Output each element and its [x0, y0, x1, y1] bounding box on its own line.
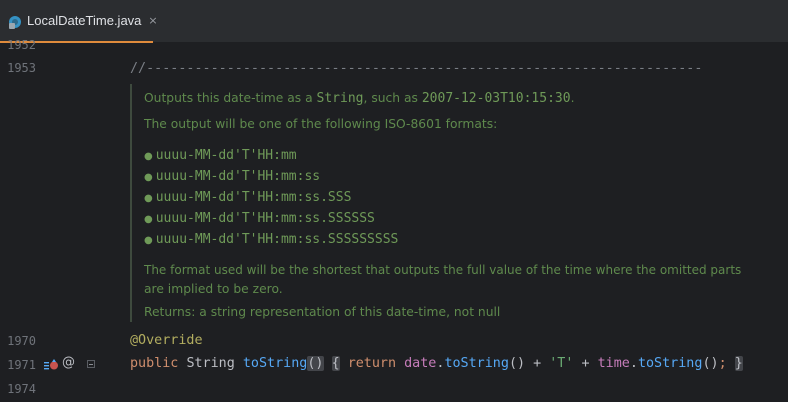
- method-parens: (): [307, 356, 324, 371]
- fold-toggle-icon[interactable]: [87, 360, 95, 368]
- bullet-icon: ●: [144, 193, 153, 204]
- bullet-icon: ●: [144, 172, 153, 183]
- java-class-icon: [8, 14, 22, 29]
- doc-text: .: [570, 91, 575, 105]
- doc-returns: Returns: a string representation of this…: [144, 305, 501, 319]
- bullet-icon: ●: [144, 151, 153, 162]
- doc-text: , such as: [363, 91, 422, 105]
- keyword-public: public: [130, 356, 179, 371]
- char-literal: 'T': [549, 356, 574, 371]
- line-number: 1974: [7, 382, 36, 396]
- comment-rule: //--------------------------------------…: [130, 61, 703, 76]
- semicolon: ;: [718, 356, 727, 371]
- tab-label: LocalDateTime.java: [27, 13, 142, 28]
- bullet-icon: ●: [144, 235, 153, 246]
- field-time: time: [597, 356, 630, 371]
- doc-format-item: ● uuuu-MM-dd'T'HH:mm:ss.SSS: [144, 190, 351, 205]
- doc-format-item: ● uuuu-MM-dd'T'HH:mm: [144, 148, 297, 163]
- doc-paragraph-2: The output will be one of the following …: [144, 117, 498, 131]
- call-parens: (): [508, 356, 526, 371]
- call-tostring: toString: [637, 356, 703, 371]
- tab-localdatetime-java[interactable]: LocalDateTime.java ×: [0, 0, 158, 43]
- line-number: 1970: [7, 334, 36, 348]
- return-type: String: [186, 356, 235, 371]
- doc-comment-bar: [130, 84, 132, 322]
- close-brace: }: [734, 356, 743, 371]
- editor-tab-bar: LocalDateTime.java ×: [0, 0, 788, 43]
- line-number: 1953: [7, 61, 36, 75]
- bullet-icon: ●: [144, 214, 153, 225]
- format-text: uuuu-MM-dd'T'HH:mm:ss.SSSSSS: [155, 211, 375, 226]
- override-marker-icon[interactable]: @: [62, 355, 75, 370]
- plus-operator: +: [581, 356, 590, 371]
- doc-text: Outputs this date-time as a: [144, 91, 317, 105]
- override-annotation: @Override: [130, 333, 203, 348]
- doc-format-item: ● uuuu-MM-dd'T'HH:mm:ss.SSSSSSSSS: [144, 232, 398, 247]
- plus-operator: +: [533, 356, 542, 371]
- call-tostring: toString: [444, 356, 509, 371]
- implements-method-icon[interactable]: [43, 357, 59, 371]
- doc-paragraph-3-line-1: The format used will be the shortest tha…: [144, 263, 742, 277]
- line-number: 1971: [7, 358, 36, 372]
- tostring-method-line: public String toString() { return date.t…: [130, 356, 743, 371]
- call-parens: (): [702, 356, 719, 371]
- close-icon[interactable]: ×: [148, 14, 157, 27]
- editor-gutter: [0, 43, 106, 402]
- doc-paragraph-1: Outputs this date-time as a String, such…: [144, 91, 574, 106]
- keyword-return: return: [347, 356, 397, 371]
- doc-code: 2007-12-03T10:15:30: [421, 91, 571, 106]
- doc-format-item: ● uuuu-MM-dd'T'HH:mm:ss.SSSSSS: [144, 211, 375, 226]
- format-text: uuuu-MM-dd'T'HH:mm:ss.SSS: [155, 190, 352, 205]
- open-brace: {: [331, 356, 340, 371]
- format-text: uuuu-MM-dd'T'HH:mm:ss.SSSSSSSSS: [155, 232, 399, 247]
- format-text: uuuu-MM-dd'T'HH:mm: [155, 148, 297, 163]
- doc-code: String: [316, 91, 364, 106]
- format-text: uuuu-MM-dd'T'HH:mm:ss: [155, 169, 321, 184]
- dot: .: [629, 356, 638, 371]
- field-date: date: [404, 356, 437, 371]
- line-number: 1952: [7, 38, 36, 52]
- doc-format-item: ● uuuu-MM-dd'T'HH:mm:ss: [144, 169, 320, 184]
- doc-paragraph-3-line-2: are implied to be zero.: [144, 282, 283, 296]
- method-name: toString: [242, 356, 308, 371]
